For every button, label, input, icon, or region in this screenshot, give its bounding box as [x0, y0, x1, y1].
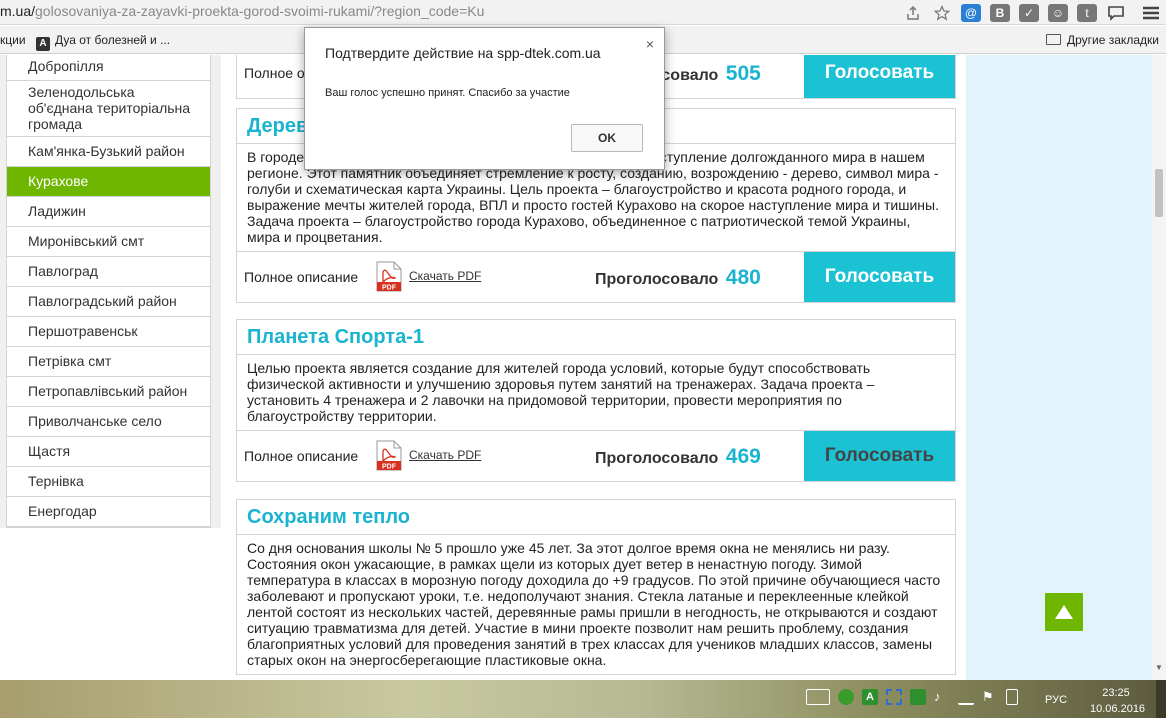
download-pdf-link[interactable]: Скачать PDF: [409, 269, 481, 283]
bookmark-dua[interactable]: A Дуа от болезней и ...: [36, 33, 170, 51]
card-footer: Полное описание PDF Скачать PDF Проголос…: [237, 252, 955, 302]
vote-number: 505: [725, 62, 761, 85]
project-title: Сохраним тепло: [237, 500, 955, 535]
network-monitor-icon[interactable]: [838, 689, 854, 705]
bookmark-partial[interactable]: кции: [0, 33, 26, 47]
sidebar-item[interactable]: Павлоград: [7, 257, 210, 287]
other-bookmarks-label: Другие закладки: [1067, 33, 1159, 47]
show-desktop-button[interactable]: [1156, 680, 1166, 718]
sidebar-item[interactable]: Кам'янка-Бузький район: [7, 137, 210, 167]
arrow-up-icon: [1055, 605, 1073, 619]
download-pdf-link[interactable]: Скачать PDF: [409, 448, 481, 462]
vote-number: 469: [725, 445, 761, 468]
vote-button[interactable]: Голосовать: [804, 252, 955, 302]
star-icon[interactable]: [932, 4, 952, 22]
scroll-to-top-button[interactable]: [1045, 593, 1083, 631]
sidebar-item[interactable]: Петропавлівський район: [7, 377, 210, 407]
twitter-extension-icon[interactable]: t: [1077, 3, 1097, 22]
menu-icon[interactable]: [1140, 4, 1162, 22]
vote-count: Проголосовало 480: [595, 266, 761, 290]
sidebar-item[interactable]: Тернівка: [7, 467, 210, 497]
vote-number: 480: [725, 266, 761, 289]
bookmark-dua-label: Дуа от болезней и ...: [55, 33, 171, 47]
sidebar-item[interactable]: Першотравенськ: [7, 317, 210, 347]
sidebar-item-active[interactable]: Курахове: [7, 167, 210, 197]
vote-button[interactable]: Голосовать: [804, 55, 955, 98]
comment-extension-icon[interactable]: [1106, 4, 1126, 22]
flag-icon[interactable]: ⚑: [982, 689, 998, 705]
pdf-icon[interactable]: PDF: [376, 261, 402, 292]
volume-icon[interactable]: ♪: [934, 689, 950, 705]
os-taskbar: A ♪ ⚑ РУС 23:25 10.06.2016: [0, 680, 1166, 718]
address-field[interactable]: m.ua/golosovaniya-za-zayavki-proekta-gor…: [0, 3, 484, 19]
project-description: Целью проекта является создание для жите…: [237, 355, 955, 431]
sidebar-item[interactable]: Зеленодольська об'єднана територіальна г…: [7, 81, 210, 137]
confirm-dialog: Подтвердите действие на spp-dtek.com.ua …: [304, 27, 665, 170]
mail-extension-icon[interactable]: @: [961, 3, 981, 22]
right-panel: [966, 55, 1152, 680]
vk-extension-icon[interactable]: B: [990, 3, 1010, 22]
ok-button[interactable]: OK: [571, 124, 643, 152]
clock-date: 10.06.2016: [1090, 703, 1146, 715]
browser-address-bar: m.ua/golosovaniya-za-zayavki-proekta-gor…: [0, 0, 1166, 25]
scroll-thumb[interactable]: [1155, 169, 1163, 217]
full-description-link[interactable]: Полное описание: [244, 448, 358, 464]
mailru-agent-extension-icon[interactable]: ☺: [1048, 3, 1068, 22]
project-description: Со дня основания школы № 5 прошло уже 45…: [247, 540, 941, 668]
svg-text:PDF: PDF: [382, 285, 397, 292]
capture-icon[interactable]: [886, 689, 902, 705]
sidebar-item[interactable]: Миронівський смт: [7, 227, 210, 257]
full-description-link[interactable]: Полное описание: [244, 269, 358, 285]
sidebar-item[interactable]: Приволчанське село: [7, 407, 210, 437]
clock-time: 23:25: [1102, 687, 1130, 699]
voted-label: Проголосовало: [595, 450, 719, 467]
project-card: Планета Спорта-1 Целью проекта является …: [236, 319, 956, 482]
input-language[interactable]: РУС: [1045, 694, 1067, 706]
dialog-title: Подтвердите действие на spp-dtek.com.ua: [325, 45, 601, 61]
keyboard-icon[interactable]: [806, 689, 830, 705]
sidebar-item[interactable]: Павлоградський район: [7, 287, 210, 317]
battery-icon[interactable]: [1006, 689, 1018, 705]
url-domain: m.ua/: [0, 3, 36, 19]
card-footer: Полное описание PDF Скачать PDF Проголос…: [237, 431, 955, 481]
vote-button[interactable]: Голосовать: [804, 431, 955, 481]
dialog-message: Ваш голос успешно принят. Спасибо за уча…: [325, 87, 570, 99]
voted-label: Проголосовало: [595, 271, 719, 288]
odnoklassniki-extension-icon[interactable]: ✓: [1019, 3, 1039, 22]
svg-text:PDF: PDF: [382, 464, 397, 471]
other-bookmarks[interactable]: Другие закладки: [1046, 33, 1159, 47]
close-icon[interactable]: ×: [646, 36, 654, 52]
bookmark-favicon-icon: A: [36, 37, 50, 51]
sidebar-item[interactable]: Ладижин: [7, 197, 210, 227]
vote-count: Проголосовало 469: [595, 445, 761, 469]
sidebar-item[interactable]: Петрівка смт: [7, 347, 210, 377]
sidebar-item[interactable]: Щастя: [7, 437, 210, 467]
project-title: Планета Спорта-1: [237, 320, 955, 355]
region-sidebar: Добропілля Зеленодольська об'єднана тери…: [6, 55, 211, 528]
language-indicator-icon[interactable]: A: [862, 689, 878, 705]
pdf-icon[interactable]: PDF: [376, 440, 402, 471]
scroll-down-arrow-icon[interactable]: ▼: [1155, 663, 1163, 672]
share-icon[interactable]: [903, 4, 923, 22]
browser-toolbar-icons: @ B ✓ ☺ t: [894, 2, 1166, 23]
project-card: Сохраним тепло Со дня основания школы № …: [236, 499, 956, 675]
page-scrollbar[interactable]: ▼: [1152, 55, 1166, 680]
system-tray: A ♪ ⚑: [806, 689, 1026, 705]
sidebar-item[interactable]: Добропілля: [7, 55, 210, 81]
folder-icon: [1046, 34, 1061, 45]
signal-bars-icon[interactable]: [958, 689, 974, 705]
url-path: golosovaniya-za-zayavki-proekta-gorod-sv…: [35, 3, 485, 19]
sidebar-item[interactable]: Енергодар: [7, 497, 210, 527]
clock[interactable]: 23:25 10.06.2016: [1090, 685, 1146, 717]
checkmark-icon[interactable]: [910, 689, 926, 705]
